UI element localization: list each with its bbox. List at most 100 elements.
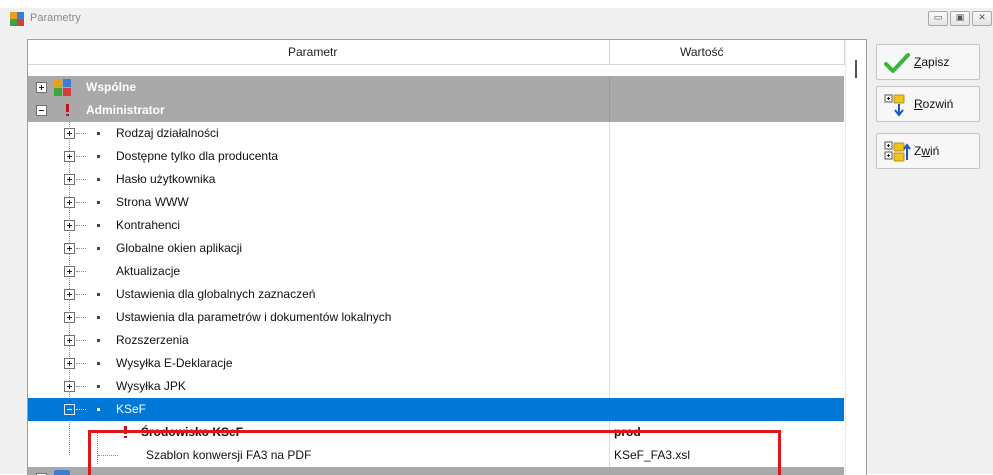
tree-row[interactable]: Ustawienia dla globalnych zaznaczeń <box>28 283 844 306</box>
tree-line <box>76 340 86 342</box>
row-label: Ustawienia dla globalnych zaznaczeń <box>116 287 316 301</box>
folder-icon <box>54 470 70 475</box>
cell-divider <box>609 122 610 145</box>
cell-divider <box>609 260 610 283</box>
expand-toggle[interactable] <box>64 381 75 392</box>
expand-toggle[interactable] <box>64 335 75 346</box>
tree-row[interactable]: Hasło użytkownika <box>28 168 844 191</box>
tree-line <box>76 225 86 227</box>
tree-line <box>76 409 86 411</box>
cell-divider <box>609 145 610 168</box>
tree-line <box>76 133 86 135</box>
tree-row-ksef[interactable]: KSeF <box>28 398 844 421</box>
column-header-parametr[interactable]: Parametr <box>288 45 337 59</box>
tree-row[interactable]: Strona WWW <box>28 191 844 214</box>
row-label: Globalne okien aplikacji <box>116 241 243 255</box>
collapse-tree-icon <box>884 141 911 162</box>
puzzle-icon <box>10 12 24 26</box>
expand-toggle[interactable] <box>36 82 47 93</box>
row-label: Wspólne <box>86 80 136 94</box>
expand-all-label: Rozwiń <box>914 97 954 111</box>
expand-toggle[interactable] <box>64 243 75 254</box>
row-label: Rozszerzenia <box>116 333 189 347</box>
cell-divider <box>609 329 610 352</box>
collapse-toggle[interactable] <box>36 105 47 116</box>
cell-divider <box>609 283 610 306</box>
tree-row-wspolne[interactable]: Wspólne <box>28 76 844 99</box>
tree-line <box>76 294 86 296</box>
scrollbar-thumb[interactable] <box>855 60 857 78</box>
minimize-button[interactable]: ▭ <box>928 11 948 26</box>
collapse-all-button[interactable]: Zwiń <box>876 133 980 169</box>
expand-toggle[interactable] <box>64 289 75 300</box>
highlight-box <box>88 430 781 475</box>
expand-toggle[interactable] <box>64 197 75 208</box>
tree-row[interactable]: Aktualizacje <box>28 260 844 283</box>
vertical-scrollbar[interactable] <box>845 40 866 475</box>
bullet <box>97 201 100 204</box>
bullet <box>97 178 100 181</box>
expand-toggle[interactable] <box>64 151 75 162</box>
row-label: Strona WWW <box>116 195 189 209</box>
tree-line <box>76 271 86 273</box>
cell-divider <box>609 99 610 122</box>
maximize-button[interactable]: ▣ <box>950 11 970 26</box>
tree-row[interactable]: Ustawienia dla parametrów i dokumentów l… <box>28 306 844 329</box>
bullet <box>97 247 100 250</box>
bullet <box>97 316 100 319</box>
column-header-wartosc[interactable]: Wartość <box>680 45 724 59</box>
tree-line <box>76 363 86 365</box>
row-label: Aktualizacje <box>116 264 181 278</box>
row-label: Administrator <box>86 103 165 117</box>
parametry-window: Parametry ▭ ▣ ✕ Parametr Wartość Wspólne <box>0 8 993 475</box>
bullet <box>97 362 100 365</box>
cell-divider <box>609 306 610 329</box>
cell-divider <box>609 76 610 99</box>
collapse-all-label: Zwiń <box>914 144 940 158</box>
row-label: Ustawienia dla parametrów i dokumentów l… <box>116 310 392 324</box>
tree-row[interactable]: Kontrahenci <box>28 214 844 237</box>
maximize-icon: ▣ <box>955 13 965 23</box>
minimize-icon: ▭ <box>933 13 943 23</box>
column-divider <box>609 40 610 64</box>
tree-line <box>76 386 86 388</box>
tree-row[interactable]: Rozszerzenia <box>28 329 844 352</box>
tree-row[interactable]: Rodzaj działalności <box>28 122 844 145</box>
collapse-toggle[interactable] <box>64 404 75 415</box>
tree-row[interactable]: Globalne okien aplikacji <box>28 237 844 260</box>
row-label: Dostępne tylko dla producenta <box>116 149 279 163</box>
bullet <box>97 385 100 388</box>
close-icon: ✕ <box>978 13 986 23</box>
parameters-tree-grid[interactable]: Parametr Wartość Wspólne Administrator R… <box>27 39 867 475</box>
bullet <box>97 132 100 135</box>
expand-toggle[interactable] <box>64 128 75 139</box>
title-bar: Parametry ▭ ▣ ✕ <box>0 8 993 30</box>
cell-divider <box>609 214 610 237</box>
expand-all-button[interactable]: Rozwiń <box>876 86 980 122</box>
cell-divider <box>609 375 610 398</box>
row-label: Wysyłka JPK <box>116 379 186 393</box>
tree-line <box>76 248 86 250</box>
tree-row[interactable]: Wysyłka JPK <box>28 375 844 398</box>
expand-toggle[interactable] <box>64 174 75 185</box>
check-icon <box>884 53 910 73</box>
row-label: Rodzaj działalności <box>116 126 219 140</box>
expand-toggle[interactable] <box>64 220 75 231</box>
tree-line <box>76 202 86 204</box>
close-button[interactable]: ✕ <box>972 11 992 26</box>
bullet <box>97 293 100 296</box>
bullet <box>97 224 100 227</box>
expand-toggle[interactable] <box>64 312 75 323</box>
cell-divider <box>609 191 610 214</box>
tree-row-administrator[interactable]: Administrator <box>28 99 844 122</box>
tree-row[interactable]: Dostępne tylko dla producenta <box>28 145 844 168</box>
expand-toggle[interactable] <box>64 266 75 277</box>
expand-toggle[interactable] <box>64 358 75 369</box>
cell-divider <box>609 352 610 375</box>
row-label: Wysyłka E-Deklaracje <box>116 356 233 370</box>
tree-line <box>76 317 86 319</box>
bullet <box>97 408 100 411</box>
grid-header: Parametr Wartość <box>28 40 866 65</box>
save-button[interactable]: Zapisz <box>876 44 980 80</box>
tree-row[interactable]: Wysyłka E-Deklaracje <box>28 352 844 375</box>
